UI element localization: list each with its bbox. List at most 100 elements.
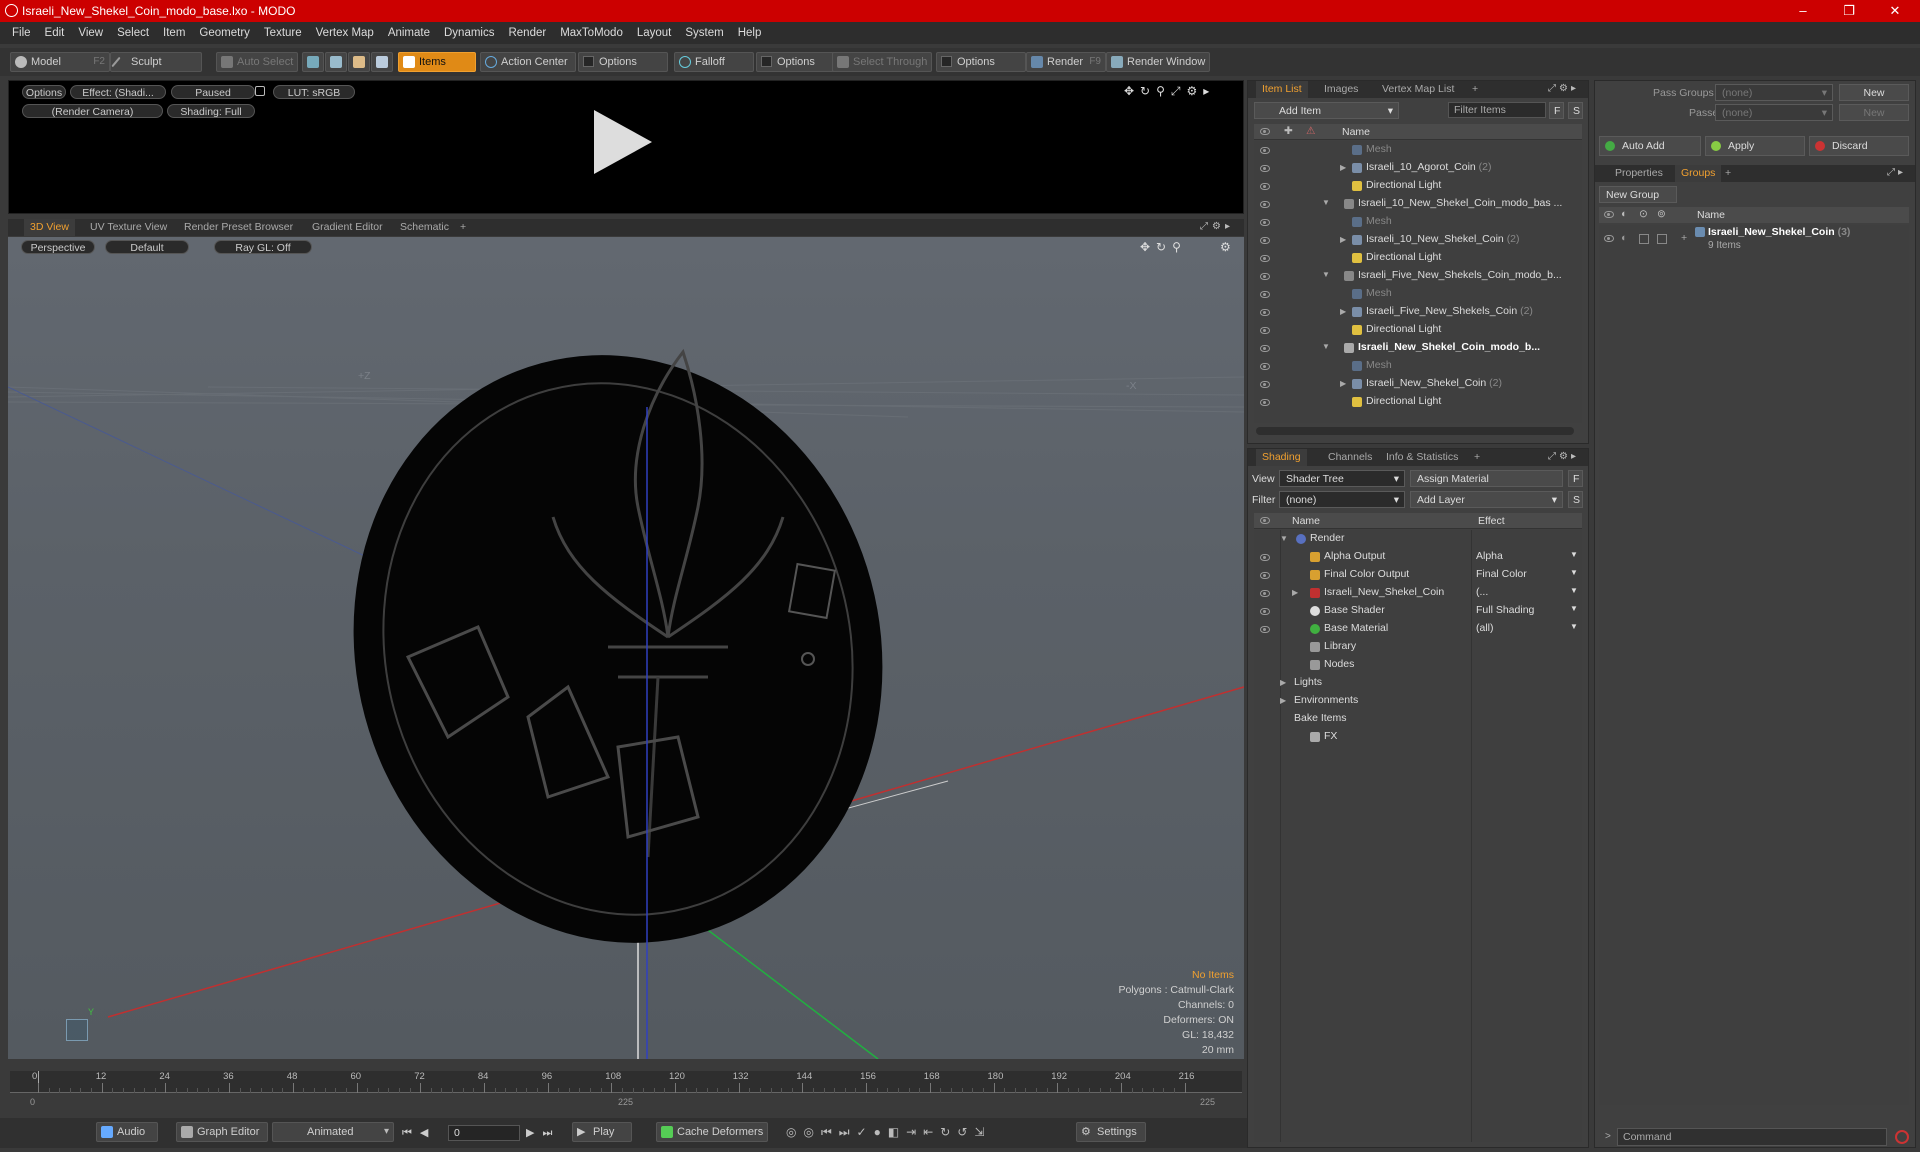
item-list-row[interactable]: Mesh [1254,357,1582,375]
add-item-dropdown[interactable]: Add Item ▾ [1254,102,1399,119]
panel-options-icon[interactable]: ⤢▸ [1887,167,1906,178]
timeline-ruler[interactable]: 0 12 24 36 48 60 72 84 96 108 120 132 144 156 168 180 19… [10,1071,1242,1093]
visibility-eye-icon[interactable] [1604,235,1614,242]
menu-layout[interactable]: Layout [630,22,679,44]
shading-s-button[interactable]: S [1568,491,1583,508]
filter-s-button[interactable]: S [1568,102,1583,119]
shader-effect-dropdown[interactable]: Alpha [1476,550,1503,562]
render-toggle-icon[interactable]: ◐ [1621,232,1627,244]
falloff-options[interactable]: Options [756,52,836,72]
item-list-row[interactable]: ▶ Israeli_10_New_Shekel_Coin (2) [1254,231,1582,249]
shader-effect-dropdown[interactable]: (... [1476,586,1488,598]
assign-material-button[interactable]: Assign Material [1410,470,1563,487]
vertices-mode-button[interactable] [302,52,324,72]
visibility-eye-icon[interactable] [1260,554,1270,561]
item-list-row[interactable]: ▶ Israeli_10_Agorot_Coin (2) [1254,159,1582,177]
tab-schematic[interactable]: Schematic [394,219,455,236]
tab-groups[interactable]: Groups [1675,165,1722,182]
tab-info-statistics[interactable]: Info & Statistics [1380,449,1464,466]
render-window-button[interactable]: Render Window [1106,52,1210,72]
visibility-eye-icon[interactable] [1260,608,1270,615]
default-style-dropdown[interactable]: Default [105,240,189,254]
tab-uv-texture-view[interactable]: UV Texture View [84,219,173,236]
shading-f-button[interactable]: F [1568,470,1583,487]
visibility-eye-icon[interactable] [1260,237,1270,244]
key-controls-icons[interactable]: ◎◎⏮⏭✓●◧⇥⇤↻↺⇲ [786,1125,991,1140]
paused-toggle[interactable]: Paused [171,85,255,99]
raygl-toggle[interactable]: Ray GL: Off [214,240,312,254]
tab-shading[interactable]: Shading [1256,449,1307,466]
menu-animate[interactable]: Animate [381,22,437,44]
menu-render[interactable]: Render [501,22,553,44]
visibility-eye-icon[interactable] [1260,345,1270,352]
visibility-eye-icon[interactable] [1260,183,1270,190]
falloff-button[interactable]: Falloff [674,52,754,72]
shader-tree-row[interactable]: Final Color Output Final Color ▼ [1254,566,1582,584]
tab-images[interactable]: Images [1318,81,1364,98]
step-forward-icons[interactable]: ▶⏭ [526,1126,560,1140]
item-list-row[interactable]: ▼ Israeli_10_New_Shekel_Coin_modo_bas ... [1254,195,1582,213]
cache-deformers-button[interactable]: Cache Deformers [656,1122,768,1142]
frame-input[interactable]: 0 [448,1125,520,1141]
select-through-button[interactable]: Select Through [832,52,932,72]
expand-arrow-icon[interactable]: ▶ [1280,696,1286,705]
materials-mode-button[interactable] [371,52,393,72]
chevron-down-icon[interactable]: ▼ [1570,604,1578,613]
graph-editor-button[interactable]: Graph Editor [176,1122,268,1142]
shader-effect-dropdown[interactable]: (all) [1476,622,1494,634]
panel-options-icon[interactable]: ⤢⚙▸ [1200,221,1234,232]
visibility-eye-icon[interactable] [1260,147,1270,154]
expand-plus-icon[interactable]: + [1681,232,1687,244]
horizontal-scrollbar[interactable] [1256,427,1574,435]
expand-arrow-icon[interactable]: ▶ [1340,235,1346,244]
action-center-button[interactable]: Action Center [480,52,576,72]
item-list-row[interactable]: ▶ Israeli_New_Shekel_Coin (2) [1254,375,1582,393]
visibility-eye-icon[interactable] [1260,291,1270,298]
panel-options-icon[interactable]: ⤢⚙▸ [1548,83,1579,94]
sculpt-mode-button[interactable]: Sculpt [110,52,202,72]
shader-tree-row[interactable]: Library [1254,638,1582,656]
item-list-row[interactable]: Directional Light [1254,177,1582,195]
play-button[interactable]: ▶ Play [572,1122,632,1142]
menu-item[interactable]: Item [156,22,192,44]
tab-render-preset-browser[interactable]: Render Preset Browser [178,219,299,236]
auto-add-button[interactable]: Auto Add [1599,136,1701,156]
discard-button[interactable]: Discard [1809,136,1909,156]
viewport-nav-icons[interactable]: ✥↻⚲ [1140,240,1187,254]
filter-f-button[interactable]: F [1549,102,1564,119]
menu-system[interactable]: System [678,22,730,44]
animated-dropdown[interactable]: Animated ▾ [272,1122,394,1142]
expand-arrow-icon[interactable]: ▶ [1292,588,1298,597]
menu-maxtomodo[interactable]: MaxToModo [553,22,630,44]
view-dropdown[interactable]: Shader Tree ▾ [1279,470,1405,487]
menu-file[interactable]: File [5,22,38,44]
shader-tree-row[interactable]: ▼ Render [1254,530,1582,548]
auto-select-button[interactable]: Auto Select [216,52,298,72]
preview-view-controls-icon[interactable]: ✥↻⚲⤢⚙▸ [1124,84,1215,99]
pass-groups-dropdown[interactable]: (none) ▾ [1715,84,1833,101]
visibility-eye-icon[interactable] [1260,327,1270,334]
shader-effect-dropdown[interactable]: Full Shading [1476,604,1534,616]
item-list-row[interactable]: ▼ Israeli_Five_New_Shekels_Coin_modo_b... [1254,267,1582,285]
add-tab-button[interactable]: + [1719,165,1737,182]
item-list-row[interactable]: Directional Light [1254,393,1582,411]
visibility-eye-icon[interactable] [1260,590,1270,597]
shader-effect-dropdown[interactable]: Final Color [1476,568,1527,580]
preview-options-button[interactable]: Options [22,85,66,99]
item-list-row[interactable]: Mesh [1254,213,1582,231]
add-tab-button[interactable]: + [454,219,472,236]
tab-item-list[interactable]: Item List [1256,81,1308,98]
tab-properties[interactable]: Properties [1609,165,1669,182]
audio-button[interactable]: Audio [96,1122,158,1142]
lock-icon[interactable] [255,86,265,96]
expand-arrow-icon[interactable]: ▼ [1280,534,1288,543]
lut-dropdown[interactable]: LUT: sRGB [273,85,355,99]
item-list-row[interactable]: Directional Light [1254,249,1582,267]
expand-arrow-icon[interactable]: ▼ [1322,342,1330,351]
settings-button[interactable]: ⚙ Settings [1076,1122,1146,1142]
add-layer-dropdown[interactable]: Add Layer ▾ [1410,491,1563,508]
passes-dropdown[interactable]: (none) ▾ [1715,104,1833,121]
item-list-row[interactable]: ▶ Israeli_Five_New_Shekels_Coin (2) [1254,303,1582,321]
visibility-eye-icon[interactable] [1260,572,1270,579]
select-toggle[interactable] [1657,234,1667,244]
